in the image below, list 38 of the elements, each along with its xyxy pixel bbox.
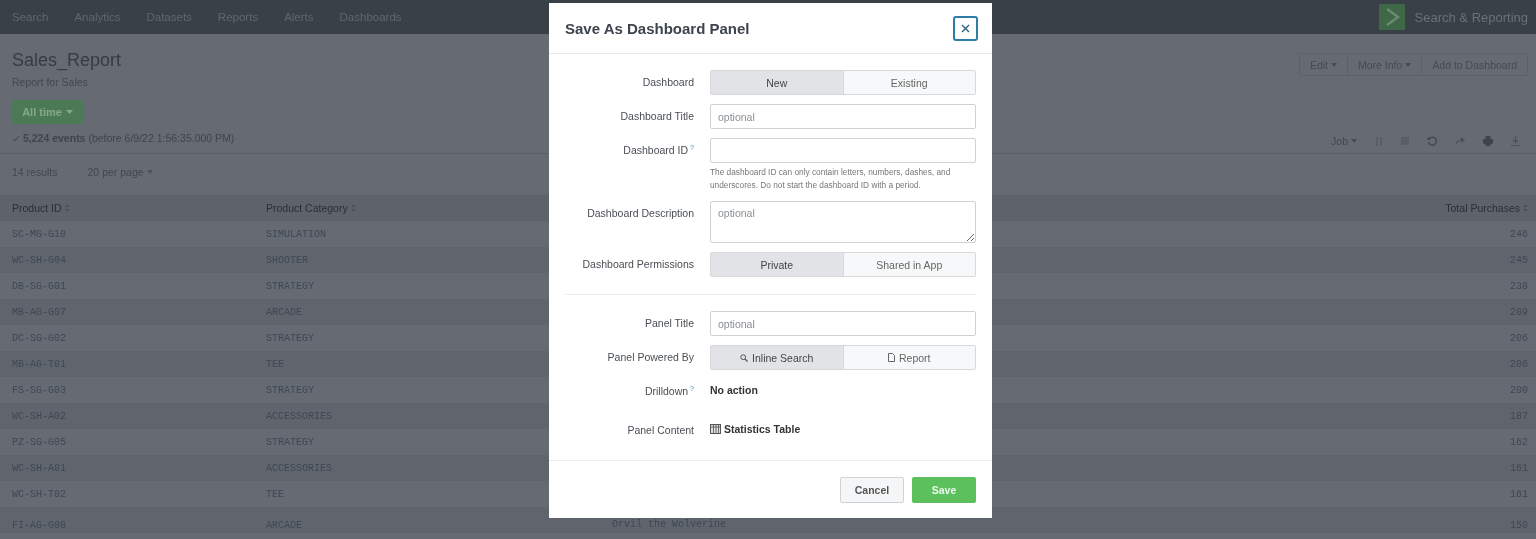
refresh-icon[interactable] bbox=[1427, 136, 1437, 146]
field-label: Panel Title bbox=[644, 317, 694, 329]
print-icon[interactable] bbox=[1483, 136, 1493, 146]
field-label: Dashboard Title bbox=[620, 110, 694, 122]
field-label: Dashboard Permissions bbox=[582, 258, 694, 270]
caret-icon bbox=[1351, 139, 1357, 143]
document-icon bbox=[888, 353, 895, 362]
field-label: Panel Powered By bbox=[607, 351, 694, 363]
field-value: No action bbox=[710, 384, 758, 396]
text-field[interactable] bbox=[710, 138, 976, 163]
segment-button[interactable]: New bbox=[711, 71, 843, 94]
chevron-logo-icon bbox=[1378, 4, 1405, 30]
text-area[interactable]: optional bbox=[710, 201, 976, 243]
dialog-title: Save As Dashboard Panel bbox=[565, 19, 750, 37]
download-icon[interactable] bbox=[1511, 136, 1520, 146]
save-button[interactable]: Save bbox=[912, 476, 976, 503]
field-value: Statistics Table bbox=[724, 423, 801, 435]
field-label: Dashboard Description bbox=[587, 207, 694, 219]
field-label: Panel Content bbox=[627, 424, 694, 436]
segment-button[interactable]: Private bbox=[711, 253, 843, 276]
segment-button[interactable]: Shared in App bbox=[842, 253, 975, 276]
segment-button[interactable]: Report bbox=[842, 346, 975, 369]
field-label: Dashboard ID bbox=[623, 144, 689, 156]
segment-button[interactable]: Inline Search bbox=[711, 346, 843, 369]
time-range-button[interactable]: All time bbox=[12, 100, 83, 124]
text-field[interactable]: optional bbox=[710, 311, 976, 336]
cancel-button[interactable]: Cancel bbox=[840, 476, 904, 503]
text-field[interactable]: optional bbox=[710, 104, 976, 129]
caret-icon bbox=[65, 110, 73, 114]
close-button[interactable] bbox=[953, 15, 978, 41]
check-icon bbox=[12, 134, 20, 142]
field-label: Drilldown bbox=[644, 385, 689, 397]
field-label: Dashboard bbox=[642, 76, 694, 88]
caret-icon bbox=[146, 169, 153, 174]
share-icon[interactable] bbox=[1455, 137, 1465, 145]
help-text: The dashboard ID can only contain letters, numbers, dashes, and underscores. Do not start the dashboard ID with a period. bbox=[710, 166, 952, 192]
segment-button[interactable]: Existing bbox=[842, 71, 975, 94]
close-icon bbox=[961, 23, 970, 33]
